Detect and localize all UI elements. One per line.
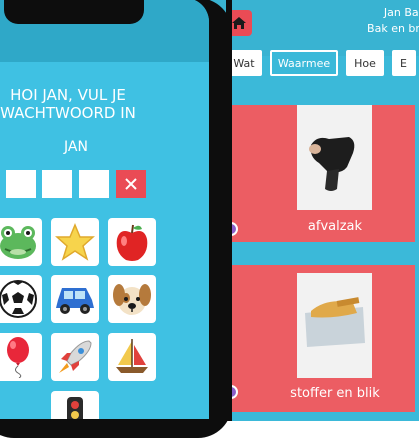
user-subtitle: Bak en bri (367, 22, 419, 35)
tab-e[interactable]: E (392, 50, 416, 76)
close-icon (125, 178, 137, 190)
rocket-icon (59, 340, 92, 373)
pin-slot-1 (6, 170, 36, 198)
card-label: afvalzak (307, 219, 363, 234)
emoji-rocket-button[interactable] (51, 333, 99, 381)
star-icon (55, 223, 95, 261)
emoji-frog-button[interactable] (0, 218, 42, 266)
clear-pin-button[interactable] (116, 170, 146, 198)
password-prompt: HOI JAN, VUL JE WACHTWOORD IN (0, 86, 136, 122)
category-tabs: Wat Waarmee Hoe E (226, 50, 419, 76)
emoji-traffic-light-button[interactable] (51, 391, 99, 419)
balloon-icon (7, 337, 29, 378)
dog-icon (113, 284, 151, 315)
emoji-apple-button[interactable] (108, 218, 156, 266)
emoji-star-button[interactable] (51, 218, 99, 266)
phone-notch (4, 0, 144, 24)
sailboat-icon (116, 339, 148, 373)
phone-edge (226, 0, 232, 421)
phone-screen: HOI JAN, VUL JE WACHTWOORD IN JAN (0, 0, 209, 419)
phone-frame: HOI JAN, VUL JE WACHTWOORD IN JAN (0, 0, 232, 438)
emoji-soccer-ball-button[interactable] (0, 275, 42, 323)
pin-slot-2 (42, 170, 72, 198)
frog-icon (0, 226, 36, 259)
emoji-car-button[interactable] (51, 275, 99, 323)
pin-slot-3 (79, 170, 109, 198)
tab-hoe[interactable]: Hoe (346, 50, 384, 76)
home-icon (232, 17, 246, 29)
afvalzak-photo (297, 105, 372, 210)
traffic-light-icon (67, 397, 83, 419)
user-name: Jan Bak (383, 6, 419, 19)
card-label: stoffer en blik (290, 386, 380, 401)
soccer-ball-icon (0, 280, 37, 318)
emoji-dog-button[interactable] (108, 275, 156, 323)
tool-card-stoffer-en-blik[interactable]: stoffer en blik (224, 265, 415, 412)
apple-icon (116, 224, 148, 261)
emoji-balloon-button[interactable] (0, 333, 42, 381)
emoji-sailboat-button[interactable] (108, 333, 156, 381)
stoffer-en-blik-photo (297, 273, 372, 378)
username-label: JAN (64, 139, 88, 155)
car-icon (56, 288, 94, 314)
tool-card-afvalzak[interactable]: afvalzak (224, 105, 415, 242)
tab-waarmee[interactable]: Waarmee (270, 50, 338, 76)
